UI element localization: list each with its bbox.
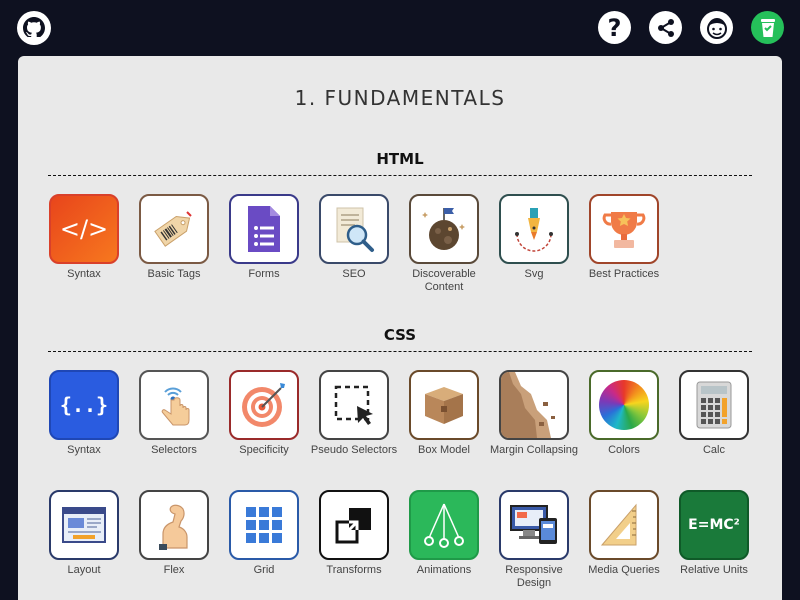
tile-label: Syntax [67,268,101,280]
avatar-icon [706,17,727,39]
grid-icon [229,490,299,560]
tile-flex[interactable]: Flex [138,490,210,577]
web-layout-icon [49,490,119,560]
set-square-icon [589,490,659,560]
magnifier-document-icon [319,194,389,264]
tile-label: Basic Tags [147,268,201,280]
target-icon [229,370,299,440]
tile-label: Forms [248,268,280,280]
emc2-icon: E=MC² [679,490,749,560]
share-button[interactable] [649,11,682,44]
tile-label: Transforms [326,564,382,576]
tile-label: Box Model [418,444,470,456]
github-icon[interactable] [16,10,52,46]
curly-braces-icon: {..} [49,370,119,440]
tile-selectors[interactable]: Selectors [138,370,210,457]
page-title: 1. FUNDAMENTALS [294,86,506,110]
tile-label: Pseudo Selectors [310,444,398,456]
tile-label: Specificity [239,444,289,456]
tile-relative-units[interactable]: E=MC² Relative Units [678,490,750,577]
flexed-arm-icon [139,490,209,560]
share-icon [657,18,674,37]
tile-label: Relative Units [680,564,748,576]
calculator-icon [679,370,749,440]
cardboard-box-icon [409,370,479,440]
coffee-button[interactable] [751,11,784,44]
tile-colors[interactable]: Colors [588,370,660,457]
tile-label: SEO [342,268,366,280]
tile-forms[interactable]: Forms [228,194,300,281]
tile-label: Grid [253,564,275,576]
tile-label: Media Queries [588,564,660,576]
planet-flag-icon [409,194,479,264]
top-bar: ? [0,0,800,56]
tile-calc[interactable]: Calc [678,370,750,457]
tile-grid[interactable]: Grid [228,490,300,577]
cliff-icon [499,370,569,440]
pendulum-icon [409,490,479,560]
tile-transforms[interactable]: Transforms [318,490,390,577]
header-actions: ? [598,11,784,44]
tile-basic-tags[interactable]: Basic Tags [138,194,210,281]
section-title-html: HTML [376,150,424,168]
tile-label: Syntax [67,444,101,456]
tile-pseudo-selectors[interactable]: Pseudo Selectors [311,370,397,457]
tile-label: Flex [163,564,185,576]
tile-label: Layout [67,564,101,576]
tile-label: Best Practices [588,268,660,280]
trophy-icon [589,194,659,264]
section-divider [48,175,752,176]
resize-arrow-icon [319,490,389,560]
tile-seo[interactable]: SEO [318,194,390,281]
tile-margin-collapsing[interactable]: Margin Collapsing [490,370,578,457]
tile-discoverable-content[interactable]: Discoverable Content [408,194,480,294]
tile-layout[interactable]: Layout [48,490,120,577]
devices-icon [499,490,569,560]
pen-nib-icon [499,194,569,264]
tile-animations[interactable]: Animations [408,490,480,577]
dashed-selection-icon [319,370,389,440]
tile-specificity[interactable]: Specificity [228,370,300,457]
tile-css-syntax[interactable]: {..} Syntax [48,370,120,457]
code-tag-icon: </> [49,194,119,264]
content-panel: 1. FUNDAMENTALS HTML </> Syntax Basic Ta… [18,56,782,600]
section-divider [48,351,752,352]
tile-label: Margin Collapsing [489,444,579,456]
tile-label: Responsive Design [505,564,563,589]
tile-media-queries[interactable]: Media Queries [588,490,660,577]
tile-best-practices[interactable]: Best Practices [588,194,660,281]
finger-tap-icon [139,370,209,440]
tile-label: Colors [608,444,640,456]
tile-label: Discoverable Content [412,268,476,293]
help-button[interactable]: ? [598,11,631,44]
coffee-cup-icon [760,18,775,37]
section-title-css: CSS [383,326,417,344]
color-wheel-icon [589,370,659,440]
tile-label: Svg [524,268,544,280]
help-icon: ? [607,13,622,42]
tile-svg[interactable]: Svg [498,194,570,281]
tile-responsive-design[interactable]: Responsive Design [498,490,570,590]
tile-label: Selectors [151,444,197,456]
profile-button[interactable] [700,11,733,44]
form-document-icon [229,194,299,264]
tile-label: Calc [702,444,725,456]
tile-label: Animations [416,564,472,576]
price-tag-icon [139,194,209,264]
tile-box-model[interactable]: Box Model [408,370,480,457]
tile-html-syntax[interactable]: </> Syntax [48,194,120,281]
